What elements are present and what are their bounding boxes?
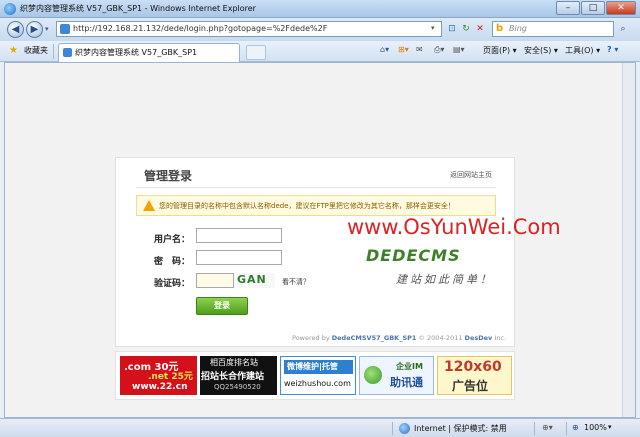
powered-by-footer: Powered by DedeCMSV57_GBK_SP1 © 2004-201… [292, 334, 506, 342]
username-label: 用户名： [154, 235, 191, 245]
ad-seo-line2: 招站长合作建站 [201, 372, 265, 382]
zoom-icon[interactable]: ⊕ [572, 423, 579, 432]
captcha-image[interactable]: GAN [237, 273, 275, 288]
ad-im-line2: 助讯通 [390, 376, 423, 389]
ad-seo-line3: QQ25490520 [214, 383, 261, 391]
zoom-level[interactable]: 100% [584, 423, 607, 432]
ad-im-person-icon [364, 366, 382, 384]
search-placeholder: Bing [509, 24, 527, 33]
captcha-refresh-link[interactable]: 看不清？ [282, 277, 310, 287]
slogan-text: 建站如此简单！ [396, 273, 494, 286]
vertical-scrollbar[interactable] [622, 63, 635, 417]
ad-weibo[interactable]: 微博维护|托管 weizhushou.com [280, 356, 356, 395]
window-title-bar: 织梦内容管理系统 V57_GBK_SP1 - Windows Internet … [0, 0, 640, 18]
print-preview-icon[interactable]: ▤▾ [453, 45, 465, 54]
footer-brand-link[interactable]: DedeCMSV57_GBK_SP1 [332, 334, 417, 342]
title-divider [136, 187, 496, 188]
captcha-field[interactable] [196, 273, 234, 288]
search-icon[interactable]: ⌕ [617, 23, 629, 35]
tab-label: 织梦内容管理系统 V57_GBK_SP1 [75, 48, 198, 57]
address-input[interactable]: http://192.168.21.132/dede/login.php?got… [56, 21, 442, 37]
ad-seo-line1: 相百度排名站 [210, 358, 258, 367]
ad-weibo-line2: weizhushou.com [284, 379, 351, 388]
bing-icon: b [496, 23, 504, 34]
home-icon[interactable]: ⌂▾ [380, 45, 389, 54]
tools-menu[interactable]: 工具(O) ▾ [565, 45, 600, 56]
zoom-dropdown-icon[interactable]: ▾ [608, 423, 612, 431]
ad-placeholder-line2: 广告位 [452, 379, 489, 393]
tab-page-icon [63, 48, 72, 57]
password-label: 密 码： [154, 257, 191, 267]
security-report-icon[interactable]: ⊕▾ [542, 423, 553, 432]
safety-menu[interactable]: 安全(S) ▾ [524, 45, 558, 56]
close-button[interactable]: ✕ [606, 1, 636, 15]
footer-copyright: © 2004-2011 [416, 334, 465, 342]
globe-icon [399, 423, 410, 434]
username-field[interactable] [196, 228, 282, 243]
stop-icon[interactable]: ✕ [474, 23, 486, 35]
login-title: 管理登录 [144, 169, 193, 183]
divider [534, 422, 535, 435]
footer-inc: Inc. [492, 334, 507, 342]
divider [53, 44, 54, 59]
ad-weibo-line1: 微博维护|托管 [287, 362, 338, 371]
ad-domain[interactable]: .com 30元 .net 25元 www.22.cn [120, 356, 197, 395]
footer-company-link[interactable]: DesDev [465, 334, 493, 342]
dedecms-logo: DEDECMS [366, 246, 461, 265]
feeds-icon[interactable]: ⊞▾ [398, 45, 409, 54]
address-dropdown-icon[interactable]: ▾ [431, 24, 435, 32]
ad-seo[interactable]: 相百度排名站 招站长合作建站 QQ25490520 [200, 356, 277, 395]
address-url: http://192.168.21.132/dede/login.php?got… [73, 24, 328, 33]
ad-im-line1: 企业IM [396, 362, 423, 371]
ad-placeholder[interactable]: 120x60 广告位 [437, 356, 512, 395]
login-button[interactable]: 登录 [196, 297, 248, 315]
back-button[interactable]: ◀ [7, 21, 24, 38]
read-mail-icon[interactable]: ✉ [416, 45, 423, 54]
refresh-icon[interactable]: ↻ [460, 23, 472, 35]
login-panel: 管理登录 返回网站主页 您的管理目录的名称中包含默认名称dede，建议在FTP里… [115, 157, 515, 347]
watermark-text: www.OsYunWei.Com [347, 215, 561, 239]
ie-logo-icon [4, 3, 16, 15]
address-row: ◀ ▶ ▾ http://192.168.21.132/dede/login.p… [0, 18, 640, 41]
ad-strip: .com 30元 .net 25元 www.22.cn 相百度排名站 招站长合作… [115, 351, 515, 400]
ad-placeholder-line1: 120x60 [444, 359, 502, 375]
help-menu[interactable]: ? ▾ [607, 45, 618, 54]
divider [392, 422, 393, 435]
minimize-button[interactable]: – [556, 1, 580, 15]
tab-active[interactable]: 织梦内容管理系统 V57_GBK_SP1 [58, 43, 240, 62]
warning-text: 您的管理目录的名称中包含默认名称dede，建议在FTP里把它修改为其它名称，那样… [159, 202, 455, 210]
security-warning: 您的管理目录的名称中包含默认名称dede，建议在FTP里把它修改为其它名称，那样… [136, 195, 496, 216]
ad-domain-line2: .net 25元 [148, 372, 193, 382]
ad-domain-line3: www.22.cn [132, 382, 188, 392]
back-to-home-link[interactable]: 返回网站主页 [450, 170, 492, 180]
captcha-code: GAN [237, 273, 267, 286]
footer-prefix: Powered by [292, 334, 332, 342]
page-icon [60, 24, 70, 34]
command-bar: ★ 收藏夹 织梦内容管理系统 V57_GBK_SP1 ⌂▾ ⊞▾ ✉ ⎙▾ ▤▾… [0, 41, 640, 62]
print-icon[interactable]: ⎙▾ [434, 45, 444, 55]
favorites-star-icon: ★ [9, 45, 18, 56]
status-bar: Internet | 保护模式: 禁用 ⊕▾ ⊕ 100% ▾ [0, 418, 640, 437]
forward-button[interactable]: ▶ [26, 21, 43, 38]
divider [566, 422, 567, 435]
new-tab-button[interactable] [246, 45, 266, 60]
zone-status: Internet | 保护模式: 禁用 [414, 424, 507, 433]
password-field[interactable] [196, 250, 282, 265]
maximize-button[interactable]: □ [581, 1, 605, 15]
favorites-button[interactable]: 收藏夹 [24, 45, 48, 56]
window-title: 织梦内容管理系统 V57_GBK_SP1 - Windows Internet … [20, 4, 256, 13]
search-input[interactable]: b Bing [492, 21, 614, 37]
warning-icon [143, 200, 155, 211]
page-menu[interactable]: 页面(P) ▾ [483, 45, 517, 56]
history-dropdown-icon[interactable]: ▾ [45, 25, 49, 33]
ad-im[interactable]: 企业IM 助讯通 [359, 356, 434, 395]
compatibility-icon[interactable]: ⊡ [446, 23, 458, 35]
captcha-label: 验证码： [154, 279, 191, 289]
